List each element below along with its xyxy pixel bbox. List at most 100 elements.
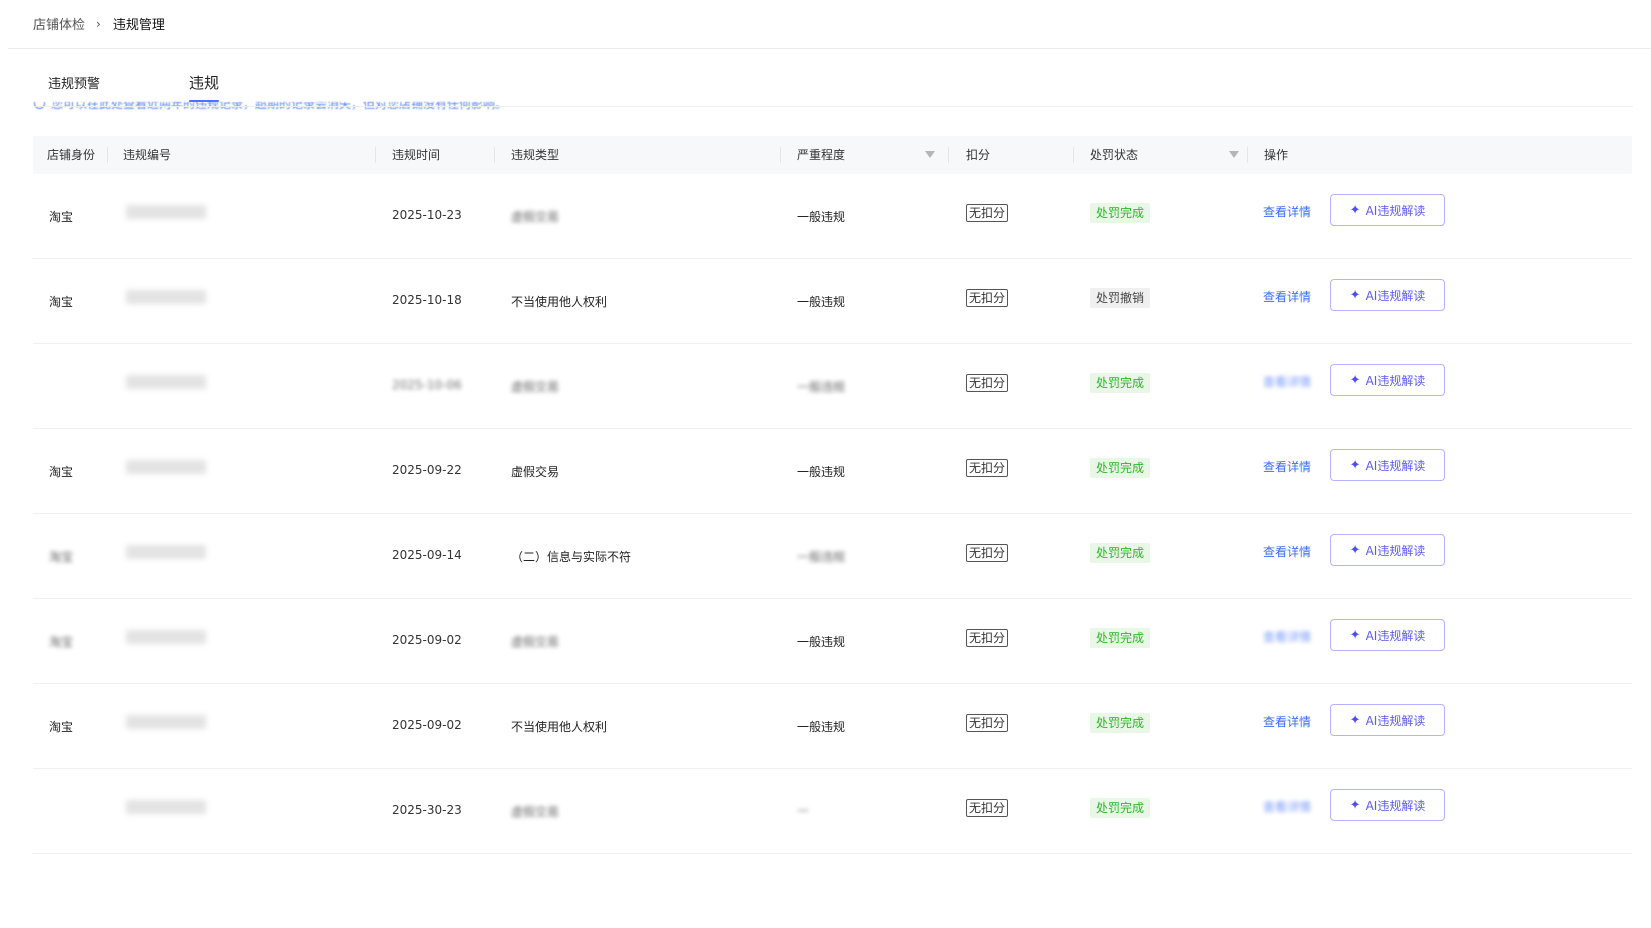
cell-type: 虚假交易 — [511, 635, 560, 649]
cell-type: （二）信息与实际不符 — [511, 550, 632, 564]
ai-interpret-button[interactable]: ✦ AI违规解读 — [1330, 364, 1445, 396]
view-details-link[interactable]: 查看详情 — [1263, 713, 1311, 730]
cell-severity: 一般违规 — [797, 465, 846, 479]
header-action: 操作 — [1264, 148, 1289, 162]
status-badge: 处罚完成 — [1090, 628, 1151, 648]
ai-interpret-label: AI违规解读 — [1365, 798, 1426, 813]
ai-interpret-label: AI违规解读 — [1365, 203, 1426, 218]
cell-shop: 淘宝 — [49, 210, 74, 224]
cell-type: 虚假交易 — [511, 805, 560, 819]
view-details-link[interactable]: 查看详情 — [1263, 798, 1311, 815]
cell-severity: 一般违规 — [797, 550, 846, 564]
header-separator — [1073, 147, 1074, 163]
severity-filter-icon[interactable] — [925, 151, 935, 158]
ai-interpret-button[interactable]: ✦ AI违规解读 — [1330, 279, 1445, 311]
cell-deduction: 无扣分 — [966, 289, 1009, 307]
ai-interpret-button[interactable]: ✦ AI违规解读 — [1330, 619, 1445, 651]
cell-deduction: 无扣分 — [966, 799, 1009, 817]
ai-interpret-button[interactable]: ✦ AI违规解读 — [1330, 789, 1445, 821]
ai-interpret-label: AI违规解读 — [1365, 628, 1426, 643]
ai-interpret-button[interactable]: ✦ AI违规解读 — [1330, 194, 1445, 226]
table-body: 淘宝 2025-10-23 虚假交易 一般违规 无扣分 处罚完成 查看详情 ✦ A… — [33, 174, 1632, 854]
sparkle-icon: ✦ — [1349, 797, 1361, 813]
cell-violation-id — [126, 205, 206, 219]
sparkle-icon: ✦ — [1349, 627, 1361, 643]
cell-shop: 淘宝 — [49, 550, 74, 564]
table-row: 淘宝 2025-09-14 （二）信息与实际不符 一般违规 无扣分 处罚完成 查… — [33, 514, 1632, 599]
cell-type: 虚假交易 — [511, 210, 560, 224]
table-row: 淘宝 2025-10-18 不当使用他人权利 一般违规 无扣分 处罚撤销 查看详… — [33, 259, 1632, 344]
header-deduction: 扣分 — [966, 148, 991, 162]
cell-deduction: 无扣分 — [966, 459, 1009, 477]
status-filter-icon[interactable] — [1229, 151, 1239, 158]
status-badge: 处罚撤销 — [1090, 288, 1151, 308]
chevron-right-icon: › — [96, 16, 101, 31]
cell-deduction: 无扣分 — [966, 714, 1009, 732]
cell-severity: — — [797, 803, 809, 817]
sparkle-icon: ✦ — [1349, 542, 1361, 558]
cell-violation-id — [126, 375, 206, 389]
view-details-link[interactable]: 查看详情 — [1263, 543, 1311, 560]
breadcrumb-parent[interactable]: 店铺体检 — [33, 14, 85, 33]
cell-time: 2025-30-23 — [392, 803, 462, 817]
tab-bar: 违规预警 违规 — [48, 72, 220, 102]
tab-violation-warning[interactable]: 违规预警 — [48, 73, 100, 98]
notice-text: 您可以在此处查看近两年的违规记录，超期的记录会消失，但对您店铺没有任何影响。 — [51, 102, 508, 111]
cell-deduction: 无扣分 — [966, 374, 1009, 392]
header-status: 处罚状态 — [1090, 148, 1139, 162]
status-badge: 处罚完成 — [1090, 458, 1151, 478]
violation-table: 店铺身份 违规编号 违规时间 违规类型 严重程度 扣分 处罚状态 操作 淘宝 2… — [33, 136, 1632, 854]
cell-severity: 一般违规 — [797, 720, 846, 734]
ai-interpret-label: AI违规解读 — [1365, 373, 1426, 388]
status-badge: 处罚完成 — [1090, 798, 1151, 818]
table-row: 2025-30-23 虚假交易 — 无扣分 处罚完成 查看详情 ✦ AI违规解读 — [33, 769, 1632, 854]
status-badge: 处罚完成 — [1090, 543, 1151, 563]
header-separator — [375, 147, 376, 163]
sparkle-icon: ✦ — [1349, 457, 1361, 473]
cell-violation-id — [126, 545, 206, 559]
cell-type: 虚假交易 — [511, 465, 560, 479]
view-details-link[interactable]: 查看详情 — [1263, 288, 1311, 305]
view-details-link[interactable]: 查看详情 — [1263, 203, 1311, 220]
cell-deduction: 无扣分 — [966, 544, 1009, 562]
status-badge: 处罚完成 — [1090, 203, 1151, 223]
sparkle-icon: ✦ — [1349, 712, 1361, 728]
ai-interpret-button[interactable]: ✦ AI违规解读 — [1330, 534, 1445, 566]
cell-violation-id — [126, 290, 206, 304]
cell-severity: 一般违规 — [797, 380, 846, 394]
cell-shop: 淘宝 — [49, 720, 74, 734]
breadcrumb: 店铺体检 › 违规管理 — [33, 14, 165, 34]
header-id: 违规编号 — [123, 148, 172, 162]
table-row: 淘宝 2025-09-02 虚假交易 一般违规 无扣分 处罚完成 查看详情 ✦ A… — [33, 599, 1632, 684]
cell-deduction: 无扣分 — [966, 204, 1009, 222]
cell-type: 不当使用他人权利 — [511, 720, 608, 734]
tabs-divider — [34, 106, 1633, 107]
cell-deduction: 无扣分 — [966, 629, 1009, 647]
status-badge: 处罚完成 — [1090, 713, 1151, 733]
cell-severity: 一般违规 — [797, 210, 846, 224]
table-header: 店铺身份 违规编号 违规时间 违规类型 严重程度 扣分 处罚状态 操作 — [33, 136, 1632, 174]
cell-time: 2025-09-14 — [392, 548, 462, 562]
cell-violation-id — [126, 715, 206, 729]
cell-type: 不当使用他人权利 — [511, 295, 608, 309]
header-type: 违规类型 — [511, 148, 560, 162]
ai-interpret-button[interactable]: ✦ AI违规解读 — [1330, 449, 1445, 481]
cell-time: 2025-10-06 — [392, 378, 462, 392]
cell-severity: 一般违规 — [797, 635, 846, 649]
header-separator — [494, 147, 495, 163]
view-details-link[interactable]: 查看详情 — [1263, 628, 1311, 645]
sparkle-icon: ✦ — [1349, 372, 1361, 388]
ai-interpret-button[interactable]: ✦ AI违规解读 — [1330, 704, 1445, 736]
cell-shop: 淘宝 — [49, 635, 74, 649]
sparkle-icon: ✦ — [1349, 287, 1361, 303]
cell-type: 虚假交易 — [511, 380, 560, 394]
cell-time: 2025-09-02 — [392, 718, 462, 732]
view-details-link[interactable]: 查看详情 — [1263, 373, 1311, 390]
view-details-link[interactable]: 查看详情 — [1263, 458, 1311, 475]
tab-violation[interactable]: 违规 — [189, 72, 220, 102]
table-row: 淘宝 2025-09-02 不当使用他人权利 一般违规 无扣分 处罚完成 查看详… — [33, 684, 1632, 769]
table-row: 淘宝 2025-09-22 虚假交易 一般违规 无扣分 处罚完成 查看详情 ✦ A… — [33, 429, 1632, 514]
status-badge: 处罚完成 — [1090, 373, 1151, 393]
header-severity: 严重程度 — [797, 148, 846, 162]
cell-time: 2025-09-02 — [392, 633, 462, 647]
